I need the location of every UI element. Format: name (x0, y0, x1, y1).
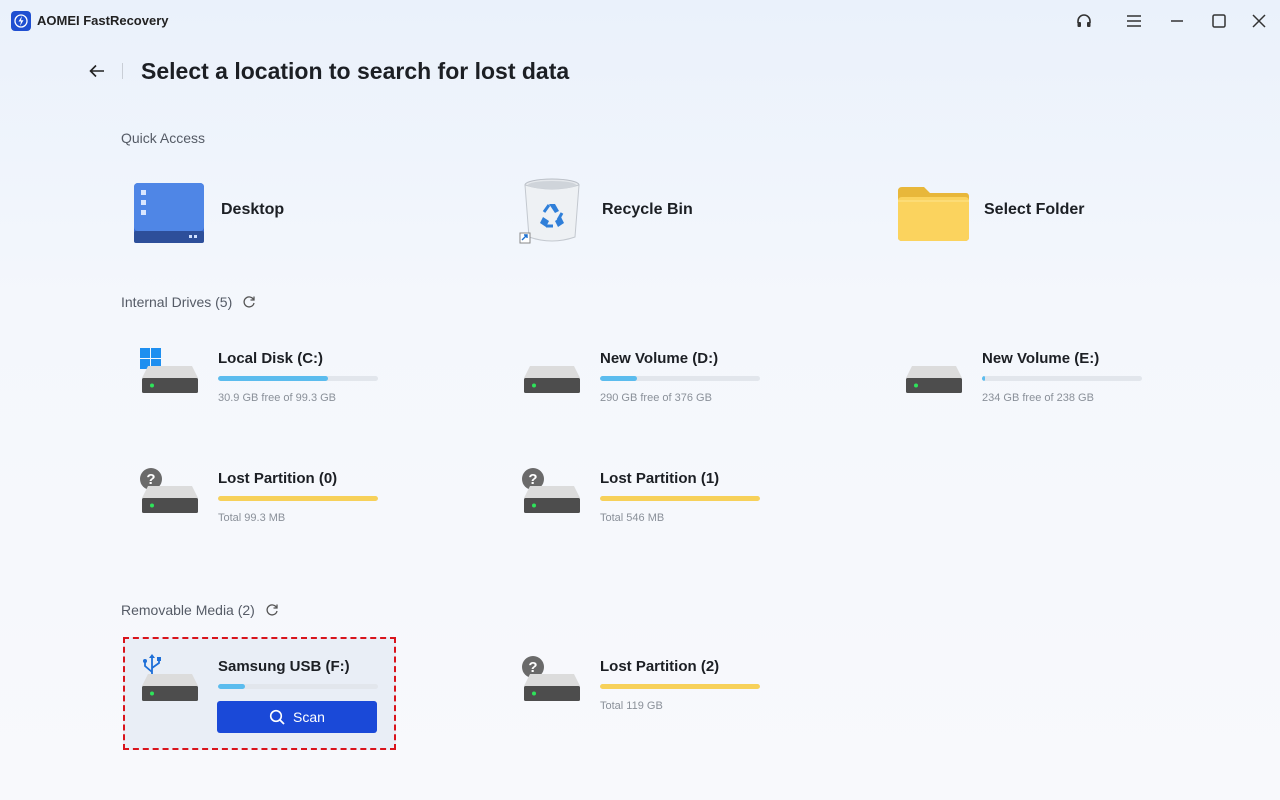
drive-usage-bar (982, 376, 1142, 381)
svg-text:?: ? (528, 471, 537, 488)
app-logo-icon (11, 11, 31, 31)
drive-capacity: 30.9 GB free of 99.3 GB (218, 392, 337, 404)
drive-lost-partition-0[interactable]: ? Lost Partition (0) Total 99.3 MB (138, 466, 478, 556)
drive-name: New Volume (D:) (600, 350, 719, 367)
drive-name: Samsung USB (F:) (218, 658, 350, 675)
drive-usage-bar (218, 496, 378, 501)
drive-capacity: Total 119 GB (600, 700, 663, 712)
drive-new-volume-e[interactable]: New Volume (E:) 234 GB free of 238 GB (902, 346, 1242, 436)
drive-name: New Volume (E:) (982, 350, 1100, 367)
scan-button-label: Scan (293, 709, 325, 725)
refresh-icon[interactable] (242, 295, 256, 309)
internal-drives-label: Internal Drives (5) (121, 294, 256, 310)
menu-icon[interactable] (1121, 9, 1147, 33)
recycle-bin-icon (518, 173, 584, 247)
drive-usage-bar (218, 376, 378, 381)
drive-name: Lost Partition (1) (600, 470, 720, 487)
drive-lost-partition-2[interactable]: ? Lost Partition (2) Total 119 GB (520, 654, 860, 744)
drive-usage-bar (600, 376, 760, 381)
back-arrow-icon[interactable] (84, 58, 110, 84)
drive-capacity: 234 GB free of 238 GB (982, 392, 1094, 404)
drive-name: Lost Partition (2) (600, 658, 720, 675)
maximize-icon[interactable] (1206, 9, 1232, 33)
app-title: AOMEI FastRecovery (37, 13, 169, 28)
scan-button[interactable]: Scan (217, 701, 377, 733)
hard-drive-icon (138, 346, 208, 410)
lost-partition-icon: ? (520, 466, 590, 530)
search-icon (269, 709, 285, 725)
recycle-bin-label: Recycle Bin (602, 201, 693, 218)
lost-partition-icon: ? (520, 654, 590, 718)
drive-local-disk-c[interactable]: Local Disk (C:) 30.9 GB free of 99.3 GB (138, 346, 478, 436)
lost-partition-icon: ? (138, 466, 208, 530)
drive-capacity: Total 99.3 MB (218, 512, 286, 524)
svg-text:?: ? (528, 659, 537, 676)
refresh-icon[interactable] (265, 603, 279, 617)
folder-icon (896, 177, 970, 243)
drive-name: Lost Partition (0) (218, 470, 338, 487)
drive-name: Local Disk (C:) (218, 350, 324, 367)
drive-usage-bar (600, 684, 760, 689)
removable-media-label: Removable Media (2) (121, 602, 279, 618)
title-divider (122, 63, 123, 79)
title-bar: AOMEI FastRecovery (0, 0, 1280, 42)
drive-new-volume-d[interactable]: New Volume (D:) 290 GB free of 376 GB (520, 346, 860, 436)
svg-text:?: ? (146, 471, 155, 488)
drive-capacity: Total 546 MB (600, 512, 665, 524)
quick-access-label: Quick Access (121, 130, 206, 146)
usb-drive-icon (138, 654, 208, 718)
select-folder-label: Select Folder (984, 201, 1085, 218)
windows-logo-icon (140, 348, 161, 369)
hard-drive-icon (520, 346, 590, 410)
quick-access-desktop[interactable]: Desktop (131, 170, 431, 250)
desktop-label: Desktop (221, 201, 285, 218)
close-icon[interactable] (1246, 9, 1272, 33)
drive-usage-bar (218, 684, 378, 689)
page-title: Select a location to search for lost dat… (141, 58, 570, 84)
drive-lost-partition-1[interactable]: ? Lost Partition (1) Total 546 MB (520, 466, 860, 556)
drive-capacity: 290 GB free of 376 GB (600, 392, 712, 404)
quick-access-recycle-bin[interactable]: Recycle Bin (518, 170, 818, 250)
minimize-icon[interactable] (1164, 9, 1190, 33)
hard-drive-icon (902, 346, 972, 410)
support-headset-icon[interactable] (1071, 9, 1097, 33)
desktop-icon (131, 175, 205, 245)
drive-usage-bar (600, 496, 760, 501)
quick-access-select-folder[interactable]: Select Folder (896, 170, 1196, 250)
